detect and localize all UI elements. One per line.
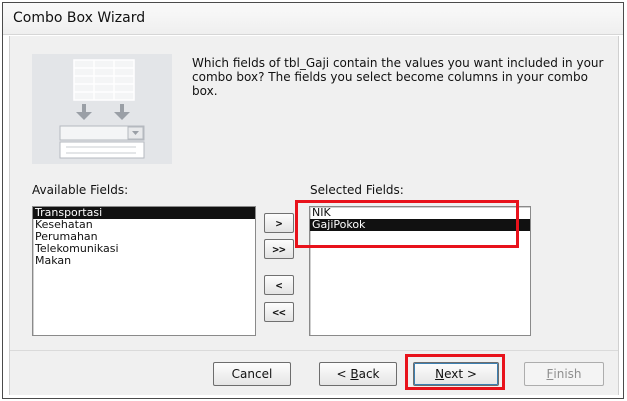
- next-button-mnemonic: N: [435, 367, 445, 381]
- footer-separator: [10, 350, 618, 351]
- add-field-button[interactable]: >: [264, 213, 294, 233]
- back-button-label: ack: [358, 367, 380, 381]
- list-item[interactable]: GajiPokok: [310, 219, 530, 231]
- instruction-text: Which fields of tbl_Gaji contain the val…: [192, 56, 604, 98]
- window-title: Combo Box Wizard: [13, 10, 146, 26]
- cancel-button-label: Cancel: [231, 367, 273, 381]
- selected-fields-list[interactable]: NIK GajiPokok: [309, 206, 531, 336]
- available-fields-list[interactable]: Transportasi Kesehatan Perumahan Telekomuni…: [32, 206, 256, 336]
- back-button-prefix: <: [336, 367, 351, 381]
- selected-fields-label: Selected Fields:: [310, 183, 404, 197]
- title-bar: Combo Box Wizard: [3, 3, 623, 35]
- finish-button[interactable]: Finish: [524, 362, 604, 386]
- next-button-label: ext >: [444, 367, 477, 381]
- remove-all-fields-button[interactable]: <<: [264, 302, 294, 322]
- add-all-fields-button[interactable]: >>: [264, 239, 294, 259]
- next-button[interactable]: Next >: [413, 362, 499, 386]
- available-fields-label: Available Fields:: [32, 183, 129, 197]
- combo-box-wizard-window: Combo Box Wizard Which fields of tbl_Gaj…: [2, 2, 624, 399]
- remove-field-button[interactable]: <: [264, 275, 294, 295]
- list-item[interactable]: Makan: [33, 255, 255, 267]
- wizard-body: Which fields of tbl_Gaji contain the val…: [9, 36, 619, 395]
- wizard-illustration-icon: [32, 54, 172, 164]
- finish-button-label: inish: [553, 367, 582, 381]
- finish-button-mnemonic: F: [546, 367, 554, 381]
- back-button-mnemonic: B: [350, 367, 359, 381]
- cancel-button[interactable]: Cancel: [213, 362, 291, 386]
- back-button[interactable]: < Back: [319, 362, 397, 386]
